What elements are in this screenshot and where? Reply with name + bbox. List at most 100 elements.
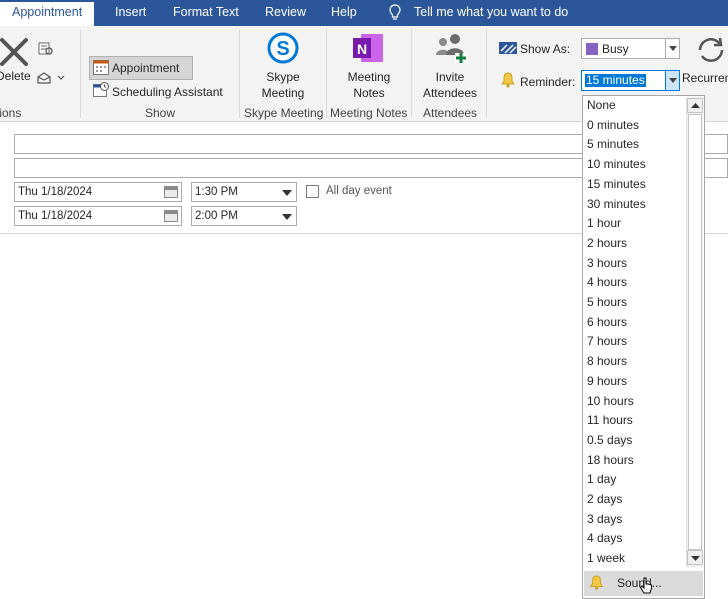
scroll-down-button[interactable]	[687, 550, 703, 565]
mouse-cursor-icon	[639, 577, 652, 594]
reminder-option[interactable]: 4 days	[587, 531, 622, 545]
reminder-option[interactable]: 1 week	[587, 551, 625, 565]
sound-option[interactable]: Sound...	[584, 571, 703, 596]
invite-attendees-icon[interactable]	[433, 31, 469, 65]
skype-icon[interactable]: S	[266, 31, 300, 65]
end-date-value: Thu 1/18/2024	[18, 210, 93, 222]
reminder-option[interactable]: 9 hours	[587, 374, 627, 388]
reminder-option[interactable]: 5 hours	[587, 295, 627, 309]
invite-attendees-button[interactable]: Invite Attendees	[415, 69, 485, 101]
invite-attendees-label-2: Attendees	[422, 86, 478, 100]
scheduling-assistant-button[interactable]: Scheduling Assistant	[112, 85, 223, 99]
tab-format-text[interactable]: Format Text	[173, 0, 239, 26]
tab-appointment[interactable]: Appointment	[0, 0, 95, 26]
group-separator	[411, 30, 412, 118]
reminder-option[interactable]: 2 days	[587, 492, 622, 506]
reminder-option[interactable]: 18 hours	[587, 453, 634, 467]
reminder-option[interactable]: 1 hour	[587, 216, 621, 230]
reminder-option[interactable]: 3 days	[587, 512, 622, 526]
meeting-notes-button[interactable]: Meeting Notes	[334, 69, 404, 101]
reminder-option[interactable]: 0 minutes	[587, 118, 639, 132]
ribbon-tab-bar: Appointment Insert Format Text Review He…	[0, 0, 728, 26]
group-label-actions: Actions	[0, 106, 22, 120]
chevron-down-icon	[669, 46, 677, 51]
group-separator	[486, 30, 487, 118]
delete-button[interactable]: Delete	[0, 69, 31, 83]
reminder-option[interactable]: 1 day	[587, 472, 616, 486]
end-date-field[interactable]: Thu 1/18/2024	[14, 206, 182, 226]
reminder-bell-icon	[501, 72, 515, 88]
scheduling-assistant-icon	[93, 82, 109, 97]
tab-review[interactable]: Review	[265, 0, 306, 26]
group-label-skype-meeting: Skype Meeting	[244, 106, 324, 120]
reminder-option[interactable]: 0.5 days	[587, 433, 632, 447]
calendar-icon[interactable]	[164, 186, 178, 198]
scroll-up-button[interactable]	[687, 98, 703, 113]
svg-text:S: S	[276, 38, 289, 60]
show-as-select[interactable]: Busy	[581, 38, 680, 59]
group-label-show: Show	[145, 106, 176, 120]
start-date-value: Thu 1/18/2024	[18, 186, 93, 198]
show-as-label: Show As:	[520, 42, 571, 56]
lightbulb-icon	[389, 4, 401, 20]
chevron-up-icon	[691, 103, 700, 108]
reminder-option[interactable]: None	[587, 98, 616, 112]
reminder-value: 15 minutes	[585, 73, 646, 87]
reminder-option[interactable]: 4 hours	[587, 275, 627, 289]
reminder-option[interactable]: 30 minutes	[587, 197, 646, 211]
all-day-checkbox[interactable]	[306, 185, 319, 198]
reminder-option[interactable]: 7 hours	[587, 334, 627, 348]
forward-form-icon[interactable]	[38, 42, 54, 56]
reminder-option[interactable]: 8 hours	[587, 354, 627, 368]
tab-insert[interactable]: Insert	[115, 0, 146, 26]
reminder-label: Reminder:	[520, 75, 576, 89]
reminder-option[interactable]: 10 hours	[587, 394, 634, 408]
reminder-option[interactable]: 11 hours	[587, 413, 633, 427]
skype-meeting-button[interactable]: Skype Meeting	[248, 69, 318, 101]
chevron-down-icon	[691, 556, 700, 561]
all-day-label: All day event	[326, 185, 392, 197]
delete-icon[interactable]	[0, 36, 30, 66]
end-time-value: 2:00 PM	[195, 210, 238, 222]
group-separator	[239, 30, 240, 118]
skype-meeting-label-2: Meeting	[261, 86, 305, 100]
reminder-option[interactable]: 10 minutes	[587, 157, 646, 171]
chevron-down-icon	[669, 78, 677, 83]
start-date-field[interactable]: Thu 1/18/2024	[14, 182, 182, 202]
end-time-select[interactable]: 2:00 PM	[191, 206, 297, 226]
reminder-select[interactable]: 15 minutes	[581, 70, 680, 91]
recurrence-button[interactable]: Recurrence	[682, 71, 728, 85]
reminder-option[interactable]: 2 hours	[587, 236, 627, 250]
appointment-icon	[93, 60, 109, 75]
tell-me-search[interactable]: Tell me what you want to do	[414, 0, 568, 26]
group-label-attendees: Attendees	[423, 106, 478, 120]
reminder-option[interactable]: 6 hours	[587, 315, 627, 329]
start-time-select[interactable]: 1:30 PM	[191, 182, 297, 202]
dropdown-scrollbar[interactable]	[686, 97, 703, 567]
group-separator	[80, 30, 81, 118]
bell-icon	[590, 575, 603, 590]
meeting-notes-label-2: Notes	[353, 86, 385, 100]
scrollbar-thumb[interactable]	[688, 114, 702, 550]
group-separator	[326, 30, 327, 118]
skype-meeting-label-1: Skype	[266, 70, 300, 84]
show-as-dropdown-button[interactable]	[665, 39, 679, 58]
reminder-dropdown-button[interactable]	[665, 71, 679, 90]
reminder-option[interactable]: 3 hours	[587, 256, 627, 270]
invite-attendees-label-1: Invite	[435, 70, 465, 84]
reminder-option[interactable]: 5 minutes	[587, 137, 639, 151]
calendar-icon[interactable]	[164, 210, 178, 222]
show-as-icon	[499, 42, 517, 54]
meeting-notes-label-1: Meeting	[347, 70, 391, 84]
appointment-view-label: Appointment	[112, 61, 180, 75]
chevron-down-icon	[282, 190, 292, 196]
svg-text:N: N	[357, 41, 367, 57]
tab-help[interactable]: Help	[331, 0, 357, 26]
chevron-down-icon	[282, 214, 292, 220]
forward-icon[interactable]	[36, 71, 66, 85]
reminder-option[interactable]: 15 minutes	[587, 177, 646, 191]
recurrence-icon[interactable]	[694, 35, 728, 65]
start-time-value: 1:30 PM	[195, 186, 238, 198]
onenote-icon[interactable]: N	[351, 31, 387, 65]
busy-color-swatch	[586, 43, 598, 55]
